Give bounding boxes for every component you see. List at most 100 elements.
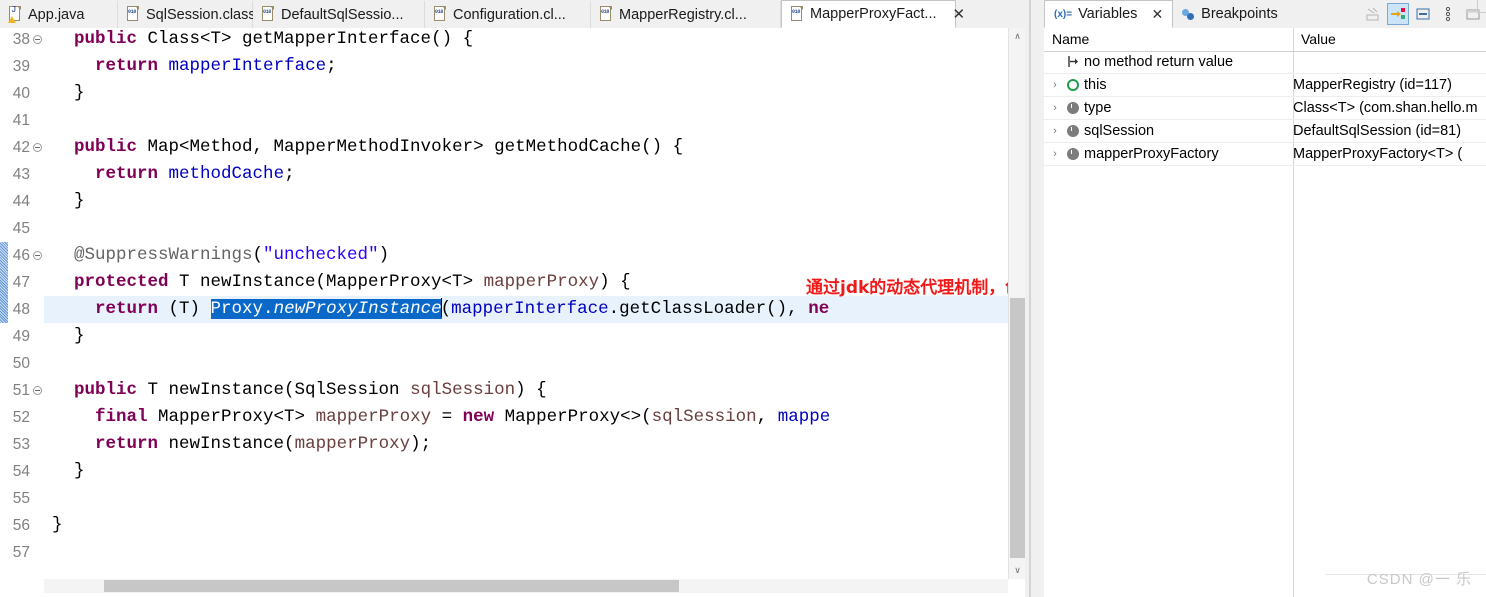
editor-area: J App.java 010 SqlSession.class 010 DefaultSq… [0, 0, 1232, 597]
csdn-watermark: CSDN @一 乐 [1366, 571, 1472, 588]
code-token: return [95, 56, 159, 76]
editor-horizontal-scroll-thumb[interactable] [104, 580, 679, 592]
code-line[interactable]: } [74, 188, 85, 215]
debug-variables-panel: (x)= Variables ✕ Breakpoints Name Value no m… [1044, 0, 1486, 597]
code-token: sqlSession [651, 407, 757, 427]
code-line[interactable]: protected T newInstance(MapperProxy<T> m… [74, 269, 631, 296]
editor-vertical-scrollbar[interactable]: ∧ ∨ [1008, 28, 1026, 579]
code-token: new [462, 407, 495, 427]
debug-tab-breakpoints[interactable]: Breakpoints [1173, 0, 1287, 28]
code-line[interactable]: return methodCache; [74, 161, 295, 188]
code-token: MapperProxy<>( [494, 407, 652, 427]
collapse-all-icon[interactable] [1362, 3, 1384, 25]
scroll-down-arrow-icon[interactable]: ∨ [1009, 562, 1026, 579]
editor-tab-appjava[interactable]: J App.java [0, 1, 118, 28]
code-token: mapperProxy [483, 272, 600, 292]
editor-debug-splitter[interactable] [1029, 0, 1031, 597]
code-line[interactable]: final MapperProxy<T> mapperProxy = new M… [74, 404, 830, 431]
code-token: } [74, 326, 85, 346]
code-token: } [74, 83, 85, 103]
fold-collapse-icon[interactable] [33, 251, 42, 260]
code-editor-surface[interactable]: public Class<T> getMapperInterface() { r… [44, 28, 1008, 579]
editor-vertical-scroll-thumb[interactable] [1010, 298, 1025, 558]
editor-tab-mapperregistrycl[interactable]: 010 MapperRegistry.cl... [591, 1, 781, 28]
fold-collapse-icon[interactable] [33, 143, 42, 152]
code-token: newInstance( [158, 434, 295, 454]
code-line[interactable]: public Class<T> getMapperInterface() { [74, 28, 473, 53]
column-header-name[interactable]: Name [1044, 28, 1293, 51]
code-token: Proxy. [210, 299, 274, 319]
editor-tab-sqlsessionclass[interactable]: 010 SqlSession.class [118, 1, 256, 28]
field-icon [1067, 148, 1079, 160]
code-line[interactable]: return newInstance(mapperProxy); [74, 431, 431, 458]
debug-tab-label: Variables [1078, 6, 1138, 22]
editor-right-filler [1025, 0, 1044, 597]
code-token: ) { [599, 272, 631, 292]
code-line[interactable]: return (T) Proxy.newProxyInstance(mapper… [74, 296, 829, 323]
java-file-icon: J [8, 6, 22, 23]
editor-tab-configurationcl[interactable]: 010 Configuration.cl... [425, 1, 591, 28]
table-row[interactable]: no method return value [1044, 51, 1486, 74]
debug-tab-variables[interactable]: (x)= Variables ✕ [1044, 0, 1174, 28]
debug-view-toolbar [1362, 1, 1486, 27]
expand-arrow-icon[interactable]: › [1050, 74, 1060, 96]
class-file-icon: 010 [433, 6, 447, 23]
editor-tab-mapperproxyfact[interactable]: 010 MapperProxyFact... ✕ [781, 0, 965, 28]
editor-tab-label: Configuration.cl... [453, 6, 566, 23]
expand-arrow-icon[interactable]: › [1050, 143, 1060, 165]
breakpoints-icon [1182, 8, 1195, 21]
editor-tab-label: MapperProxyFact... [810, 6, 937, 22]
table-row[interactable]: › this MapperRegistry (id=117) [1044, 74, 1486, 97]
code-line[interactable]: public Map<Method, MapperMethodInvoker> … [74, 134, 683, 161]
table-row[interactable]: › mapperProxyFactory MapperProxyFactory<T>… [1044, 143, 1486, 166]
scroll-up-arrow-icon[interactable]: ∧ [1009, 28, 1026, 45]
minimize-icon[interactable] [1412, 3, 1434, 25]
code-token: .getClassLoader(), [608, 299, 809, 319]
code-token: = [431, 407, 463, 427]
code-line[interactable]: } [74, 458, 85, 485]
fold-collapse-icon[interactable] [33, 35, 42, 44]
variables-table[interactable]: Name Value no method return value › this Map… [1044, 28, 1486, 597]
variable-value: MapperProxyFactory<T> ( [1293, 146, 1463, 162]
code-line[interactable]: } [74, 323, 85, 350]
code-token: ; [326, 56, 337, 76]
code-token: public [74, 380, 138, 400]
code-line[interactable]: public T newInstance(SqlSession sqlSessi… [74, 377, 547, 404]
code-token: MapperProxy<T> [147, 407, 316, 427]
close-icon[interactable]: ✕ [953, 7, 966, 22]
code-line[interactable]: } [52, 512, 63, 539]
editor-annotation-ruler [0, 28, 8, 579]
editor-tab-defaultsqlsessio[interactable]: 010 DefaultSqlSessio... [253, 1, 425, 28]
editor-horizontal-scrollbar[interactable] [44, 579, 1008, 593]
code-token: T newInstance(MapperProxy<T> [168, 272, 484, 292]
code-token: sqlSession [410, 380, 516, 400]
variable-name: mapperProxyFactory [1084, 146, 1219, 162]
annotation-ruler-marker[interactable] [0, 242, 8, 323]
table-row[interactable]: › type Class<T> (com.shan.hello.m [1044, 97, 1486, 120]
code-token: ) [378, 245, 390, 265]
code-token: } [52, 515, 63, 535]
close-icon[interactable]: ✕ [1151, 6, 1163, 23]
code-token: } [74, 461, 85, 481]
code-token: ) { [515, 380, 547, 400]
code-line[interactable]: } [74, 80, 85, 107]
table-row[interactable]: › sqlSession DefaultSqlSession (id=81) [1044, 120, 1486, 143]
show-logical-structure-icon[interactable] [1387, 3, 1409, 25]
expand-arrow-icon[interactable]: › [1050, 120, 1060, 142]
code-line[interactable]: return mapperInterface; [74, 53, 337, 80]
fold-collapse-icon[interactable] [33, 386, 42, 395]
view-menu-icon[interactable] [1437, 3, 1459, 25]
code-token: return [95, 299, 159, 319]
code-token: return [95, 164, 159, 184]
class-file-icon: 010 [126, 6, 140, 23]
column-header-value[interactable]: Value [1293, 28, 1486, 51]
code-line[interactable]: @SuppressWarnings("unchecked") [74, 242, 389, 269]
this-icon [1067, 79, 1079, 91]
expand-arrow-icon[interactable]: › [1050, 97, 1060, 119]
code-token: ; [284, 164, 295, 184]
